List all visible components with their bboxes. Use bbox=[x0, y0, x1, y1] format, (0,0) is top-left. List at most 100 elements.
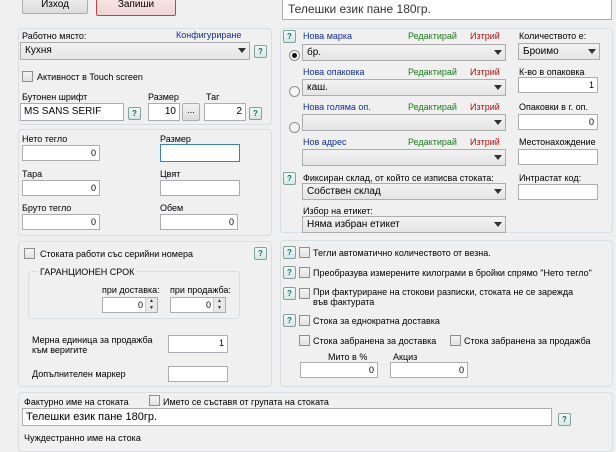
color-input[interactable] bbox=[160, 180, 240, 196]
label-choice-label: Избор на етикет: bbox=[303, 206, 373, 216]
package-radio[interactable] bbox=[289, 86, 300, 97]
package-select[interactable]: каш. bbox=[302, 79, 506, 96]
packages-input[interactable]: 0 bbox=[518, 114, 598, 130]
name-from-group-checkbox[interactable] bbox=[149, 395, 160, 406]
help-icon[interactable]: ? bbox=[283, 266, 296, 279]
warranty-delivery-spinner[interactable]: 0 ▲ ▼ bbox=[102, 297, 158, 313]
chevron-down-icon bbox=[494, 222, 502, 227]
single-delivery-checkbox[interactable] bbox=[299, 315, 310, 326]
button-font-input[interactable]: MS SANS SERIF bbox=[20, 103, 124, 121]
excise-input[interactable]: 0 bbox=[390, 362, 468, 378]
warehouse-select-value: Собствен склад bbox=[307, 186, 381, 197]
warranty-title: ГАРАНЦИОНЕН СРОК bbox=[38, 267, 137, 277]
chevron-down-icon bbox=[238, 48, 246, 53]
quantity-type-value: Броимо bbox=[523, 46, 559, 57]
help-icon[interactable]: ? bbox=[249, 107, 262, 120]
font-tag-input[interactable]: 2 bbox=[204, 103, 246, 121]
net-weight-label: Нето тегло bbox=[22, 134, 68, 144]
save-button[interactable]: Запиши bbox=[96, 0, 176, 16]
tare-label: Тара bbox=[22, 169, 43, 179]
help-icon[interactable]: ? bbox=[283, 314, 296, 327]
spin-arrows-icon[interactable]: ▲ ▼ bbox=[213, 298, 225, 312]
help-icon[interactable]: ? bbox=[558, 413, 571, 426]
invoice-name-input[interactable]: Телешки език пане 180гр. bbox=[22, 408, 552, 426]
big-package-radio[interactable] bbox=[289, 122, 300, 133]
convert-kg-checkbox[interactable] bbox=[299, 267, 310, 278]
new-address-link[interactable]: Нов адрес bbox=[303, 137, 347, 147]
serial-numbers-label: Стоката работи със серийни номера bbox=[40, 249, 193, 259]
gross-weight-input[interactable]: 0 bbox=[22, 214, 100, 230]
delete-package-link[interactable]: Изтрий bbox=[470, 67, 500, 77]
new-brand-link[interactable]: Нова марка bbox=[303, 31, 352, 41]
invoice-skip-label-line2: във фактурата bbox=[313, 297, 375, 307]
help-icon[interactable]: ? bbox=[128, 107, 141, 120]
size-label: Размер bbox=[160, 134, 191, 144]
serial-numbers-checkbox[interactable] bbox=[24, 248, 35, 259]
font-size-input[interactable]: 10 bbox=[148, 103, 180, 121]
help-icon[interactable]: ? bbox=[283, 287, 296, 300]
excise-label: Акциз bbox=[393, 352, 418, 362]
new-package-link[interactable]: Нова опаковка bbox=[303, 67, 365, 77]
location-input[interactable] bbox=[518, 149, 598, 165]
extra-marker-input[interactable] bbox=[168, 366, 228, 382]
workplace-label: Работно място: bbox=[22, 31, 87, 41]
packages-label: Опаковки в г. оп. bbox=[519, 102, 589, 112]
tare-input[interactable]: 0 bbox=[22, 180, 100, 196]
single-delivery-label: Стока за еднократна доставка bbox=[313, 316, 440, 326]
help-icon[interactable]: ? bbox=[283, 30, 296, 43]
product-name-header[interactable]: Телешки език пане 180гр. bbox=[282, 0, 612, 20]
help-icon[interactable]: ? bbox=[283, 172, 296, 185]
per-package-input[interactable]: 1 bbox=[518, 77, 598, 93]
help-icon[interactable]: ? bbox=[254, 247, 267, 260]
invoice-skip-checkbox[interactable] bbox=[299, 288, 310, 299]
label-choice-select[interactable]: Няма избран етикет bbox=[302, 216, 506, 233]
workplace-select[interactable]: Кухня bbox=[20, 42, 250, 60]
label-choice-select-value: Няма избран етикет bbox=[307, 219, 400, 230]
warranty-sale-spinner[interactable]: 0 ▲ ▼ bbox=[170, 297, 226, 313]
edit-package-link[interactable]: Редактирай bbox=[408, 67, 457, 77]
big-package-select[interactable] bbox=[302, 114, 506, 131]
chevron-down-icon bbox=[494, 189, 502, 194]
edit-brand-link[interactable]: Редактирай bbox=[408, 31, 457, 41]
font-browse-button[interactable]: ... bbox=[182, 103, 200, 121]
edit-address-link[interactable]: Редактирай bbox=[408, 137, 457, 147]
chevron-down-icon bbox=[494, 85, 502, 90]
net-weight-input[interactable]: 0 bbox=[22, 145, 100, 161]
touch-screen-checkbox[interactable] bbox=[22, 71, 33, 82]
new-big-package-link[interactable]: Нова голяма оп. bbox=[303, 102, 371, 112]
delete-big-package-link[interactable]: Изтрий bbox=[470, 102, 500, 112]
delete-address-link[interactable]: Изтрий bbox=[470, 137, 500, 147]
size-input[interactable] bbox=[160, 144, 240, 162]
quantity-type-select[interactable]: Броимо bbox=[518, 43, 600, 60]
exit-button[interactable]: Изход bbox=[22, 0, 88, 14]
per-package-label: К-во в опаковка bbox=[519, 67, 585, 77]
duty-label: Мито в % bbox=[328, 352, 368, 362]
font-tag-label: Таг bbox=[206, 92, 220, 102]
volume-input[interactable]: 0 bbox=[160, 214, 238, 230]
convert-kg-label: Преобразува измерените килограми в бройк… bbox=[313, 268, 592, 278]
banned-sale-checkbox[interactable] bbox=[450, 335, 461, 346]
chevron-down-icon bbox=[494, 50, 502, 55]
warehouse-select[interactable]: Собствен склад bbox=[302, 183, 506, 200]
chevron-down-icon bbox=[494, 120, 502, 125]
warranty-delivery-value: 0 bbox=[137, 300, 143, 310]
banned-delivery-label: Стока забранена за доставка bbox=[313, 336, 437, 346]
help-icon[interactable]: ? bbox=[254, 45, 267, 58]
chain-unit-input[interactable]: 1 bbox=[168, 335, 228, 353]
configure-link[interactable]: Конфигуриране bbox=[176, 30, 241, 40]
brand-radio[interactable] bbox=[289, 50, 300, 61]
delete-brand-link[interactable]: Изтрий bbox=[470, 31, 500, 41]
spin-arrows-icon[interactable]: ▲ ▼ bbox=[145, 298, 157, 312]
edit-big-package-link[interactable]: Редактирай bbox=[408, 102, 457, 112]
chevron-down-icon bbox=[588, 49, 596, 54]
warehouse-label: Фиксиран склад, от който се изписва сток… bbox=[303, 173, 494, 183]
address-select[interactable] bbox=[302, 149, 506, 166]
auto-scale-checkbox[interactable] bbox=[299, 247, 310, 258]
auto-scale-label: Тегли автоматично количеството от везна. bbox=[313, 248, 491, 258]
intrastat-input[interactable] bbox=[518, 184, 598, 200]
banned-delivery-checkbox[interactable] bbox=[299, 335, 310, 346]
on-sale-label: при продажба: bbox=[170, 285, 231, 295]
brand-select[interactable]: бр. bbox=[302, 44, 506, 61]
duty-input[interactable]: 0 bbox=[300, 362, 378, 378]
help-icon[interactable]: ? bbox=[283, 246, 296, 259]
